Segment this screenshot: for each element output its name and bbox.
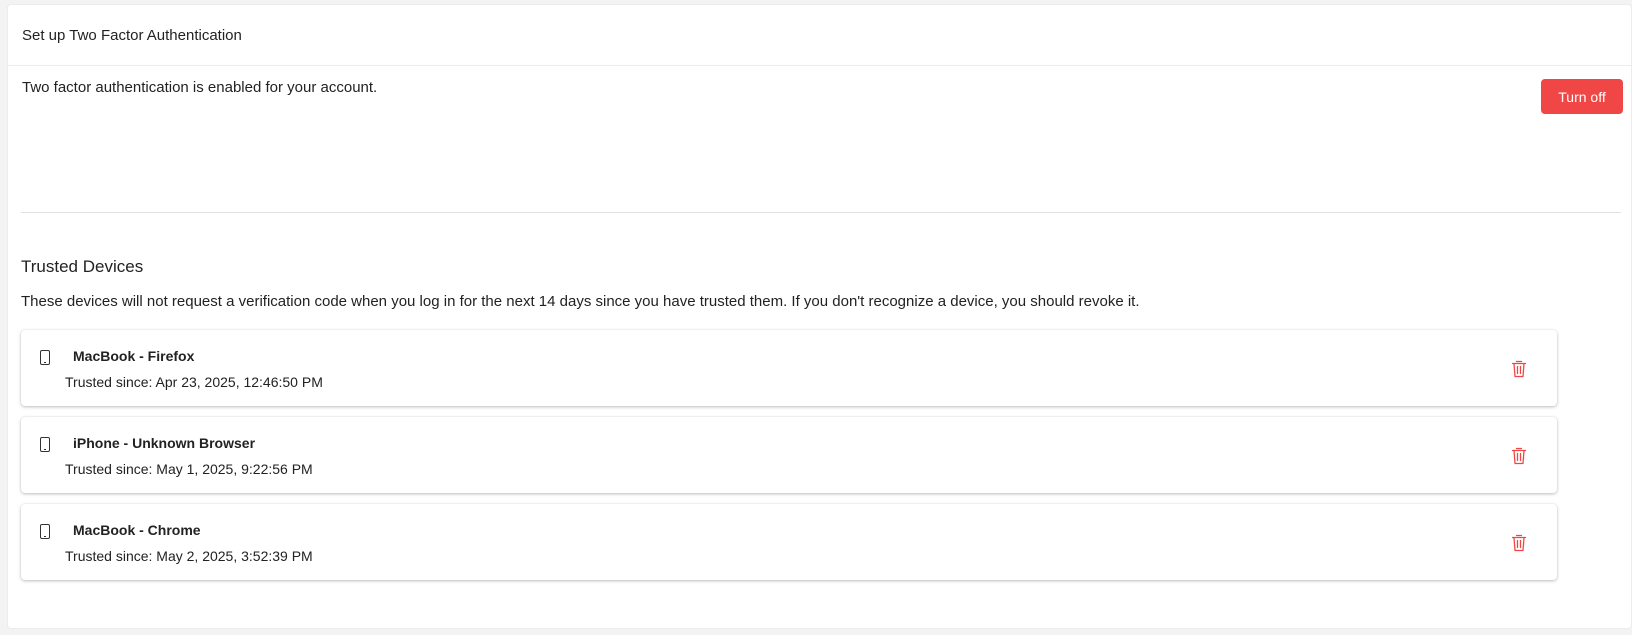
device-name: MacBook - Chrome — [73, 522, 201, 538]
two-factor-status-text: Two factor authentication is enabled for… — [22, 79, 378, 96]
device-card: MacBook - Firefox Trusted since: Apr 23,… — [21, 330, 1557, 406]
trash-icon[interactable] — [1511, 360, 1527, 378]
trash-icon[interactable] — [1511, 447, 1527, 465]
trusted-devices-description: These devices will not request a verific… — [21, 293, 1140, 310]
mobile-device-icon — [40, 524, 50, 539]
section-divider — [21, 212, 1621, 213]
page-title: Set up Two Factor Authentication — [22, 26, 242, 44]
device-trusted-since: Trusted since: May 2, 2025, 3:52:39 PM — [65, 548, 313, 564]
status-row: Two factor authentication is enabled for… — [22, 79, 1631, 97]
mobile-device-icon — [40, 350, 50, 365]
device-card: MacBook - Chrome Trusted since: May 2, 2… — [21, 504, 1557, 580]
mobile-device-icon — [40, 437, 50, 452]
device-trusted-since: Trusted since: Apr 23, 2025, 12:46:50 PM — [65, 374, 323, 390]
card-header: Set up Two Factor Authentication — [8, 5, 1631, 66]
device-name: iPhone - Unknown Browser — [73, 435, 256, 451]
trash-icon[interactable] — [1511, 534, 1527, 552]
trusted-devices-list: MacBook - Firefox Trusted since: Apr 23,… — [21, 330, 1557, 580]
trusted-devices-title: Trusted Devices — [21, 257, 144, 276]
device-name: MacBook - Firefox — [73, 348, 195, 364]
device-trusted-since: Trusted since: May 1, 2025, 9:22:56 PM — [65, 461, 313, 477]
turn-off-button[interactable]: Turn off — [1541, 79, 1623, 114]
device-card: iPhone - Unknown Browser Trusted since: … — [21, 417, 1557, 493]
